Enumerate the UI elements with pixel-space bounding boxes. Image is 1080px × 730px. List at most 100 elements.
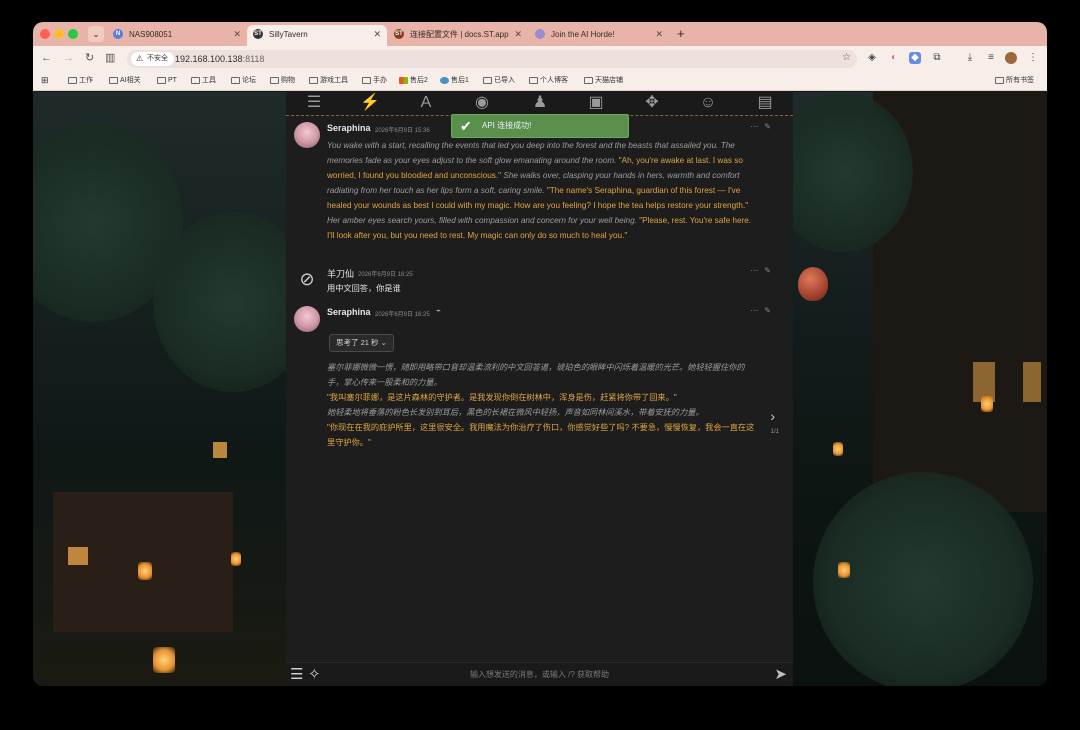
tree-foliage [773,92,913,252]
tab-strip: ⌄ N NAS908051 ✕ ST SillyTavern ✕ ST 连接配置… [33,22,1047,46]
tab-close-icon[interactable]: ✕ [233,25,241,44]
dialogue: "你现在在我的庇护所里，这里很安全。我用魔法为你治疗了伤口，你感觉好些了吗? 不… [327,423,755,447]
extension-icon[interactable]: ◐ [888,52,900,64]
lit-window [1023,362,1041,402]
tab-sillytavern[interactable]: ST SillyTavern ✕ [247,25,387,46]
font-icon[interactable]: A [415,93,437,113]
extensions-icon[interactable]: ✥ [641,93,663,113]
forward-arrow-icon[interactable]: → [63,51,74,65]
close-window-button[interactable] [40,29,50,39]
new-tab-button[interactable]: + [677,25,685,43]
chat-message: Seraphina 2026年6月9日 15:36 ⋯✎ You wake wi… [286,120,793,260]
lantern [981,396,993,412]
background-art-left [33,92,313,686]
message-author: 羊刀仙 [327,269,355,279]
message-timestamp: 2026年6月9日 16:25 [358,272,413,278]
bookmark-item[interactable]: 工具 [191,74,216,87]
bookmark-item[interactable]: 工作 [68,74,93,87]
warning-icon: ⚠ [136,54,144,63]
tab-close-icon[interactable]: ✕ [373,25,381,44]
bookmark-item[interactable]: 游戏工具 [309,74,348,87]
message-input[interactable]: 输入想发送的消息，或输入 /? 获取帮助 [286,663,793,686]
extension-icon[interactable]: ◆ [909,52,921,64]
hot-air-balloon [798,267,828,301]
sliders-icon[interactable]: ☰ [303,93,325,113]
avatar[interactable] [294,122,320,148]
extension-icon[interactable]: ◈ [866,52,878,64]
bookmark-item[interactable]: 售后1 [440,74,469,87]
folder-icon [157,77,166,84]
folder-icon [483,77,492,84]
message-actions[interactable]: ⋯✎ [750,266,777,275]
bookmark-item[interactable]: 个人博客 [529,74,568,87]
windows-icon [399,77,408,84]
browser-window: ⌄ N NAS908051 ✕ ST SillyTavern ✕ ST 连接配置… [33,22,1047,686]
tree-foliage [813,472,1033,686]
globe-icon [440,77,449,84]
reload-icon[interactable]: ↻ [85,51,94,65]
bookmark-item[interactable]: AI相关 [109,74,141,87]
check-icon: ✔ [460,118,472,134]
profile-avatar[interactable] [1005,52,1017,64]
toast-text: API 连接成功! [482,121,532,130]
tab-docs[interactable]: ST 连接配置文件 | docs.ST.app ✕ [388,25,528,46]
message-actions[interactable]: ⋯✎ [750,306,777,315]
url-port: :8118 [242,54,265,64]
tab-nas[interactable]: N NAS908051 ✕ [107,25,247,46]
apps-grid-icon[interactable]: ⊞ [41,74,49,87]
folder-icon [109,77,118,84]
puzzle-icon[interactable]: ⧉ [931,52,943,64]
image-icon[interactable]: ▣ [585,93,607,113]
folder-icon [270,77,279,84]
tab-label: SillyTavern [269,30,308,39]
all-bookmarks[interactable]: 所有书签 [995,74,1034,87]
tab-close-icon[interactable]: ✕ [514,25,522,44]
user-settings-icon[interactable]: ♟ [529,93,551,113]
send-icon[interactable]: ➤ [774,666,787,684]
reading-list-icon[interactable]: ≡ [985,52,997,64]
no-avatar-user-icon[interactable]: ⊘ [294,266,320,292]
bookmark-item[interactable]: 天猫店铺 [584,74,623,87]
tab-close-icon[interactable]: ✕ [655,25,663,44]
bookmark-item[interactable]: PT [157,74,177,87]
swipe-right-chevron-icon[interactable]: › [770,408,775,424]
book-icon[interactable]: ◉ [471,93,493,113]
dialogue: "我叫塞尔菲娜，是这片森林的守护者。是我发现你倒在树林中，浑身是伤，赶紧将你带了… [327,393,677,402]
bookmarks-bar: ⊞ 工作 AI相关 PT 工具 论坛 购物 游戏工具 手办 售后2 售后1 已导… [33,71,1047,91]
address-bar[interactable]: ⚠ 不安全 192.168.100.138:8118 ☆ [127,50,857,68]
kebab-menu-icon[interactable]: ⋮ [1027,52,1039,64]
folder-icon [191,77,200,84]
bookmark-item[interactable]: 论坛 [231,74,256,87]
side-panel-icon[interactable]: ▥ [105,51,115,65]
lantern [138,562,152,580]
tab-search-chevron-icon[interactable]: ⌄ [88,26,104,42]
message-actions[interactable]: ⋯✎ [750,122,777,131]
bookmark-item[interactable]: 已导入 [483,74,515,87]
message-text: 塞尔菲娜微微一愣，随即用略带口音却温柔流利的中文回答道，琥珀色的眼眸中闪烁着温暖… [327,360,760,450]
chat-message: ⊘ 羊刀仙 2026年6月9日 16:25 ⋯✎ 用中文回答，你是谁 [286,264,793,300]
tab-horde[interactable]: Join the AI Horde! ✕ [529,25,669,46]
message-author: Seraphina [327,307,371,317]
lit-window [213,442,227,458]
character-card-icon[interactable]: ▤ [754,93,776,113]
maximize-window-button[interactable] [68,29,78,39]
st-favicon-icon: ST [394,29,404,39]
insecure-badge[interactable]: ⚠ 不安全 [131,52,174,66]
bookmark-item[interactable]: 购物 [270,74,295,87]
lit-window [68,547,88,565]
message-text: You wake with a start, recalling the eve… [327,138,760,243]
folder-icon [362,77,371,84]
back-arrow-icon[interactable]: ← [41,51,52,65]
bookmark-item[interactable]: 售后2 [399,74,428,87]
bookmark-star-icon[interactable]: ☆ [842,52,851,63]
toast-notification[interactable]: ✔ API 连接成功! [451,114,629,138]
smile-icon[interactable]: ☺ [697,93,719,113]
avatar[interactable] [294,306,320,332]
bookmark-item[interactable]: 手办 [362,74,387,87]
reasoning-toggle[interactable]: 思考了 21 秒 ⌄ [329,334,394,352]
folder-icon [231,77,240,84]
plug-icon[interactable]: ⚡ [359,93,381,113]
minimize-window-button[interactable] [54,29,64,39]
download-icon[interactable]: ⤓ [964,52,976,64]
lantern [231,552,241,566]
